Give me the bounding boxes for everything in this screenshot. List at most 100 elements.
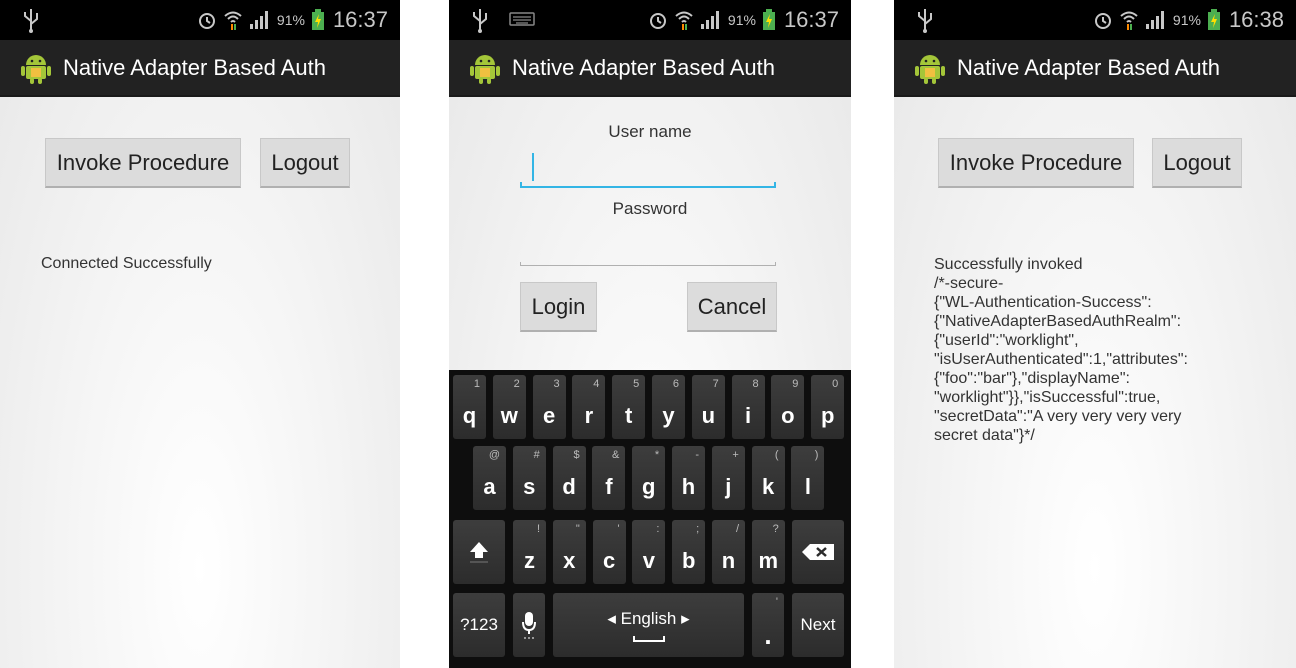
key-hint: ' bbox=[617, 523, 620, 535]
password-underline-tick-right bbox=[775, 262, 776, 266]
key-hint: ) bbox=[814, 449, 819, 461]
key-x[interactable]: " x bbox=[552, 520, 586, 584]
logout-button[interactable]: Logout bbox=[1152, 138, 1242, 188]
signal-icon bbox=[1145, 11, 1164, 29]
key-label: o bbox=[781, 403, 795, 428]
wifi-icon bbox=[675, 11, 693, 30]
key-label: w bbox=[500, 403, 518, 428]
key-hint: ( bbox=[774, 449, 779, 461]
key-i[interactable]: 8i bbox=[731, 375, 765, 439]
key-label: l bbox=[804, 474, 811, 499]
key-y[interactable]: 6y bbox=[652, 375, 685, 439]
key-hint: - bbox=[695, 449, 699, 461]
language-label: English bbox=[620, 609, 677, 628]
screen-login: 91% 16:37 Native Adapter Based Auth User… bbox=[449, 0, 851, 668]
key-k[interactable]: (k bbox=[751, 446, 785, 510]
key-d[interactable]: $ d bbox=[552, 446, 586, 510]
key-label: i bbox=[745, 403, 752, 428]
alarm-icon bbox=[1094, 13, 1111, 29]
username-field[interactable] bbox=[520, 148, 776, 188]
key-o[interactable]: 9o bbox=[771, 375, 805, 439]
key-label: k bbox=[761, 474, 775, 499]
key-b[interactable]: ; b bbox=[672, 520, 706, 584]
key-period-hint: ' bbox=[775, 596, 778, 608]
key-hint: & bbox=[612, 449, 620, 461]
key-g[interactable]: * g bbox=[632, 446, 666, 510]
key-label: b bbox=[681, 548, 696, 573]
language-next-arrow-icon: ▸ bbox=[681, 609, 690, 628]
battery-charging-icon bbox=[311, 9, 324, 30]
signal-icon bbox=[249, 11, 268, 29]
spacebar-icon bbox=[633, 636, 665, 642]
key-n[interactable]: / n bbox=[712, 520, 745, 584]
invoke-procedure-button[interactable]: Invoke Procedure bbox=[938, 138, 1134, 188]
key-hint: / bbox=[735, 523, 739, 535]
soft-keyboard: 1 q 2 w 3 e 4 r 5 t 6 y 7 u 8 i 9 o 0 p @ a # s $ d & f * g - h + j(k) l! z… bbox=[449, 370, 851, 668]
key-next[interactable]: Next bbox=[792, 593, 844, 657]
key-hint: 6 bbox=[672, 378, 679, 390]
key-u[interactable]: 7u bbox=[691, 375, 725, 439]
key-period-label: . bbox=[764, 620, 772, 650]
key-p[interactable]: 0p bbox=[811, 375, 845, 439]
result-line: /*-secure- bbox=[934, 275, 1004, 292]
result-line: {"WL-Authentication-Success": bbox=[934, 294, 1152, 311]
key-hint: ; bbox=[696, 523, 700, 535]
key-hint: # bbox=[533, 449, 540, 461]
key-l[interactable]: ) l bbox=[791, 446, 825, 510]
key-a[interactable]: @ a bbox=[473, 446, 506, 510]
password-underline-tick-left bbox=[520, 262, 521, 266]
key-w[interactable]: 2w bbox=[492, 375, 526, 439]
battery-percentage: 91% bbox=[276, 12, 305, 28]
key-hint: 5 bbox=[633, 378, 640, 390]
app-title: Native Adapter Based Auth bbox=[512, 54, 775, 80]
key-s[interactable]: # s bbox=[512, 446, 546, 510]
key-hint: ! bbox=[536, 523, 540, 535]
wifi-icon bbox=[224, 11, 242, 30]
key-label: j bbox=[725, 474, 732, 499]
invoke-procedure-button[interactable]: Invoke Procedure bbox=[45, 138, 241, 188]
shift-icon bbox=[470, 542, 488, 563]
password-underline bbox=[520, 265, 776, 266]
key-j[interactable]: + j bbox=[711, 446, 745, 510]
key-z[interactable]: ! z bbox=[513, 520, 546, 584]
key-backspace[interactable] bbox=[792, 520, 844, 584]
key-space-language[interactable]: ◂ English ▸ bbox=[553, 593, 744, 657]
status-clock: 16:38 bbox=[1228, 7, 1284, 32]
cancel-button[interactable]: Cancel bbox=[687, 282, 777, 332]
key-label: d bbox=[562, 474, 576, 499]
key-e[interactable]: 3e bbox=[532, 375, 566, 439]
battery-charging-icon bbox=[1207, 9, 1220, 30]
key-v[interactable]: :v bbox=[632, 520, 666, 584]
key-label: m bbox=[758, 548, 779, 573]
key-symbols[interactable]: ?123 bbox=[453, 593, 505, 657]
username-label: User name bbox=[608, 122, 692, 141]
key-period[interactable]: ' . bbox=[752, 593, 784, 657]
app-title: Native Adapter Based Auth bbox=[63, 54, 326, 80]
key-label: z bbox=[524, 548, 535, 573]
key-hint: 0 bbox=[832, 378, 839, 390]
keyboard-status-icon bbox=[509, 12, 535, 26]
key-shift[interactable] bbox=[453, 520, 505, 584]
logout-button[interactable]: Logout bbox=[260, 138, 350, 188]
key-r[interactable]: 4r bbox=[572, 375, 606, 439]
key-hint: 7 bbox=[712, 378, 719, 390]
key-h[interactable]: -h bbox=[672, 446, 705, 510]
result-line: "secretData":"A very very very very bbox=[934, 408, 1182, 425]
text-cursor bbox=[532, 153, 534, 181]
key-label: r bbox=[584, 403, 594, 428]
key-f[interactable]: & f bbox=[592, 446, 626, 510]
login-button[interactable]: Login bbox=[520, 282, 597, 332]
key-c[interactable]: ' c bbox=[592, 520, 626, 584]
key-m[interactable]: ? m bbox=[751, 520, 785, 584]
key-label: s bbox=[523, 474, 536, 499]
result-line: {"NativeAdapterBasedAuthRealm": bbox=[934, 313, 1182, 330]
screen-connected: 91% 16:37 Native Adapter Based Auth Invo… bbox=[0, 0, 400, 668]
key-q[interactable]: 1q bbox=[453, 375, 486, 439]
key-microphone[interactable] bbox=[513, 593, 545, 657]
key-hint: 3 bbox=[553, 378, 560, 390]
result-line: "isUserAuthenticated":1,"attributes": bbox=[934, 351, 1188, 368]
username-underline bbox=[520, 186, 776, 188]
key-t[interactable]: 5t bbox=[612, 375, 646, 439]
password-field[interactable] bbox=[520, 226, 776, 266]
key-label: c bbox=[602, 548, 616, 573]
